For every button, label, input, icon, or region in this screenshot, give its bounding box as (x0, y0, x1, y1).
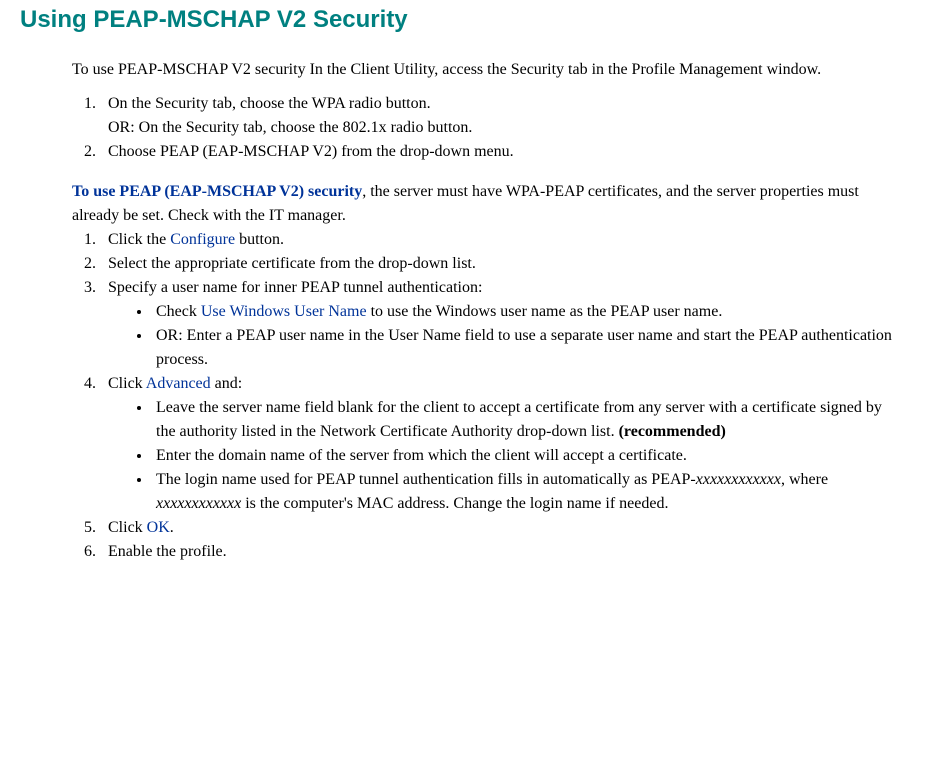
placeholder-mac: xxxxxxxxxxxx (156, 495, 241, 512)
list-text: Click the (108, 231, 170, 248)
bullet-text: The login name used for PEAP tunnel auth… (156, 471, 696, 488)
subheading-paragraph: To use PEAP (EAP-MSCHAP V2) security, th… (72, 180, 905, 228)
bullet-text: , where (781, 471, 828, 488)
list-item: Click OK. (100, 516, 905, 540)
advanced-link: Advanced (146, 375, 211, 392)
list-text: and: (211, 375, 243, 392)
bullet-list: Leave the server name field blank for th… (108, 396, 905, 516)
page-heading: Using PEAP-MSCHAP V2 Security (20, 0, 905, 38)
list-text: On the Security tab, choose the WPA radi… (108, 95, 431, 112)
list-item: Enable the profile. (100, 540, 905, 564)
bullet-item: OR: Enter a PEAP user name in the User N… (152, 324, 905, 372)
list-item: Select the appropriate certificate from … (100, 252, 905, 276)
list-text: . (170, 519, 174, 536)
bullet-text: to use the Windows user name as the PEAP… (367, 303, 723, 320)
bullet-item: The login name used for PEAP tunnel auth… (152, 468, 905, 516)
subheading-emphasis: To use PEAP (EAP-MSCHAP V2) security (72, 183, 362, 200)
list-item: Click Advanced and: Leave the server nam… (100, 372, 905, 516)
bullet-text: Leave the server name field blank for th… (156, 399, 882, 440)
list-item: On the Security tab, choose the WPA radi… (100, 92, 905, 140)
list-item: Click the Configure button. (100, 228, 905, 252)
bullet-list: Check Use Windows User Name to use the W… (108, 300, 905, 372)
list-text: OR: On the Security tab, choose the 802.… (108, 119, 472, 136)
configure-link: Configure (170, 231, 235, 248)
bullet-item: Enter the domain name of the server from… (152, 444, 905, 468)
list-item: Choose PEAP (EAP-MSCHAP V2) from the dro… (100, 140, 905, 164)
list-text: Click (108, 375, 146, 392)
ok-link: OK (147, 519, 170, 536)
first-ordered-list: On the Security tab, choose the WPA radi… (72, 92, 905, 164)
list-text: Click (108, 519, 147, 536)
list-text: Specify a user name for inner PEAP tunne… (108, 279, 482, 296)
list-item: Specify a user name for inner PEAP tunne… (100, 276, 905, 372)
bullet-text: is the computer's MAC address. Change th… (241, 495, 668, 512)
recommended-label: (recommended) (619, 423, 726, 440)
bullet-text: Check (156, 303, 201, 320)
second-ordered-list: Click the Configure button. Select the a… (72, 228, 905, 564)
list-text: button. (235, 231, 284, 248)
placeholder-mac: xxxxxxxxxxxx (696, 471, 781, 488)
use-windows-user-name-link: Use Windows User Name (201, 303, 367, 320)
bullet-item: Check Use Windows User Name to use the W… (152, 300, 905, 324)
bullet-item: Leave the server name field blank for th… (152, 396, 905, 444)
intro-paragraph: To use PEAP-MSCHAP V2 security In the Cl… (72, 58, 905, 82)
